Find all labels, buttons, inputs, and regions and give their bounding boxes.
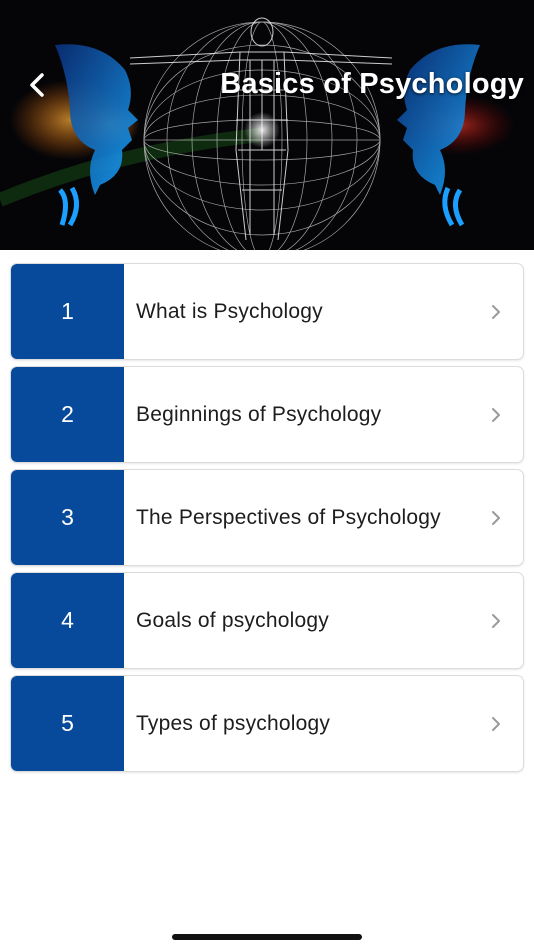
item-label: Types of psychology xyxy=(136,711,331,735)
item-number: 5 xyxy=(11,676,124,771)
chevron-right-icon xyxy=(492,407,500,422)
chevron-right-icon xyxy=(492,716,500,731)
item-label: What is Psychology xyxy=(136,299,323,323)
list-item[interactable]: 2 Beginnings of Psychology xyxy=(11,367,523,462)
chevron-left-icon xyxy=(30,73,44,97)
list-item[interactable]: 1 What is Psychology xyxy=(11,264,523,359)
home-indicator[interactable] xyxy=(172,934,362,940)
item-number: 2 xyxy=(11,367,124,462)
list-item[interactable]: 3 The Perspectives of Psychology xyxy=(11,470,523,565)
chevron-right-icon xyxy=(492,613,500,628)
chevron-right-icon xyxy=(492,510,500,525)
back-button[interactable] xyxy=(20,68,54,102)
list-item[interactable]: 5 Types of psychology xyxy=(11,676,523,771)
item-number: 3 xyxy=(11,470,124,565)
banner-image xyxy=(0,0,534,250)
item-label: Goals of psychology xyxy=(136,608,329,632)
chevron-right-icon xyxy=(492,304,500,319)
list-item[interactable]: 4 Goals of psychology xyxy=(11,573,523,668)
item-number: 1 xyxy=(11,264,124,359)
item-label: The Perspectives of Psychology xyxy=(136,505,441,529)
item-number: 4 xyxy=(11,573,124,668)
header-banner: Basics of Psychology xyxy=(0,0,534,250)
item-label: Beginnings of Psychology xyxy=(136,402,382,426)
topic-list: 1 What is Psychology 2 Beginnings of Psy… xyxy=(11,264,523,779)
page-title: Basics of Psychology xyxy=(220,68,524,100)
